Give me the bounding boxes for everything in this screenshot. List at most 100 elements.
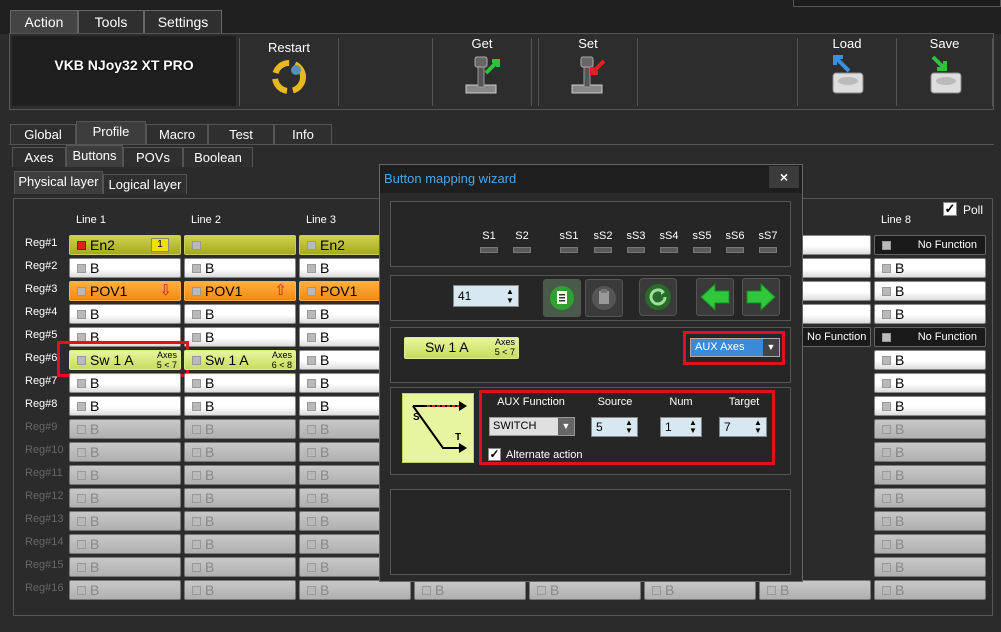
get-button[interactable]: Get [433, 36, 531, 106]
num-spinner[interactable]: 1 ▲ ▼ [660, 417, 702, 437]
button-cell[interactable]: B [184, 419, 296, 439]
poll-checkbox[interactable]: ✓ [943, 202, 957, 216]
button-cell[interactable]: B [874, 373, 986, 393]
previous-button[interactable] [696, 278, 734, 316]
button-cell[interactable]: B [69, 488, 181, 508]
button-cell[interactable]: B [184, 580, 296, 600]
tab-test[interactable]: Test [208, 124, 274, 144]
subtab-buttons[interactable]: Buttons [66, 145, 123, 167]
restart-label: Restart [268, 40, 310, 55]
reg-label: Reg#12 [25, 490, 64, 502]
button-cell[interactable]: B [184, 465, 296, 485]
subtab-boolean[interactable]: Boolean [183, 147, 253, 167]
tab-physical-layer[interactable]: Physical layer [14, 171, 103, 194]
button-cell[interactable]: B [69, 304, 181, 324]
next-button[interactable] [742, 278, 780, 316]
button-cell[interactable]: B [874, 281, 986, 301]
button-cell[interactable]: Sw 1 A Axes 6 < 8 [184, 350, 296, 370]
target-spinner[interactable]: 7 ▲ ▼ [719, 417, 767, 437]
button-cell[interactable]: POV1 ⇩ [69, 281, 181, 301]
button-cell[interactable]: No Function [801, 327, 871, 347]
button-cell[interactable]: B [184, 534, 296, 554]
button-cell[interactable]: B [874, 534, 986, 554]
cell-label: B [205, 559, 215, 575]
subtab-povs[interactable]: POVs [123, 147, 183, 167]
tab-global[interactable]: Global [10, 124, 76, 144]
tab-macro[interactable]: Macro [146, 124, 208, 144]
button-cell[interactable]: B [874, 511, 986, 531]
load-button[interactable]: Load [798, 36, 896, 106]
button-cell[interactable]: B [874, 258, 986, 278]
tab-settings[interactable]: Settings [144, 10, 222, 34]
button-cell[interactable] [801, 281, 871, 301]
button-cell[interactable]: B [69, 557, 181, 577]
button-cell[interactable]: B [69, 419, 181, 439]
button-cell[interactable] [801, 235, 871, 255]
mapping-type-select[interactable]: AUX Axes ▼ [690, 338, 780, 357]
button-cell[interactable]: B [69, 465, 181, 485]
button-cell[interactable]: B [184, 488, 296, 508]
button-cell[interactable]: B [529, 580, 641, 600]
button-cell[interactable]: No Function [874, 235, 986, 255]
chevron-down-icon: ▼ [763, 339, 779, 356]
set-button[interactable]: Set [539, 36, 637, 106]
alternate-action-checkbox[interactable]: ✓ [488, 448, 501, 461]
target-label: Target [728, 396, 760, 408]
button-cell[interactable]: B [759, 580, 871, 600]
save-button[interactable]: Save [897, 36, 992, 106]
tab-tools[interactable]: Tools [78, 10, 144, 34]
button-cell[interactable]: B [414, 580, 526, 600]
cell-label: B [90, 260, 100, 276]
button-cell[interactable]: No Function [874, 327, 986, 347]
cell-label: B [895, 398, 905, 414]
button-cell[interactable]: B [874, 488, 986, 508]
close-button[interactable]: × [769, 166, 799, 188]
button-cell[interactable]: B [874, 465, 986, 485]
button-cell[interactable]: B [184, 511, 296, 531]
button-cell[interactable]: POV1 ⇧ [184, 281, 296, 301]
button-cell[interactable]: B [874, 419, 986, 439]
button-cell[interactable]: B [874, 580, 986, 600]
button-cell[interactable]: B [184, 396, 296, 416]
button-cell[interactable]: B [874, 350, 986, 370]
source-spinner[interactable]: 5 ▲ ▼ [591, 417, 638, 437]
button-cell[interactable]: B [69, 442, 181, 462]
button-cell[interactable]: B [874, 304, 986, 324]
button-cell[interactable]: B [69, 396, 181, 416]
button-cell[interactable]: B [874, 442, 986, 462]
button-cell[interactable]: B [184, 258, 296, 278]
button-cell[interactable]: B [184, 442, 296, 462]
button-cell[interactable] [801, 258, 871, 278]
tab-info[interactable]: Info [274, 124, 332, 144]
button-cell[interactable]: B [184, 304, 296, 324]
button-number-spinner[interactable]: 41 ▲ ▼ [453, 285, 519, 307]
button-cell[interactable]: B [184, 327, 296, 347]
button-cell[interactable]: B [69, 258, 181, 278]
paste-button[interactable] [585, 279, 623, 317]
button-cell[interactable]: En2 1 [69, 235, 181, 255]
reg-label: Reg#5 [25, 329, 58, 341]
button-cell[interactable]: B [874, 396, 986, 416]
button-cell[interactable]: B [874, 557, 986, 577]
button-cell[interactable]: B [69, 373, 181, 393]
tab-action[interactable]: Action [10, 10, 78, 34]
button-cell[interactable]: B [644, 580, 756, 600]
copy-button[interactable] [543, 279, 581, 317]
cell-label: B [780, 582, 790, 598]
button-cell[interactable]: B [299, 580, 411, 600]
cell-label: B [320, 513, 330, 529]
button-cell[interactable]: B [184, 373, 296, 393]
aux-function-select[interactable]: SWITCH ▼ [489, 417, 575, 436]
button-cell[interactable] [184, 235, 296, 255]
tab-logical-layer[interactable]: Logical layer [103, 174, 187, 194]
subtab-axes[interactable]: Axes [12, 147, 66, 167]
tab-profile[interactable]: Profile [76, 121, 146, 144]
button-cell[interactable]: B [184, 557, 296, 577]
cell-label: B [320, 559, 330, 575]
restart-button[interactable]: Restart [240, 36, 338, 106]
button-cell[interactable]: B [69, 580, 181, 600]
button-cell[interactable]: B [69, 534, 181, 554]
button-cell[interactable] [801, 304, 871, 324]
reset-button[interactable] [639, 278, 677, 316]
button-cell[interactable]: B [69, 511, 181, 531]
